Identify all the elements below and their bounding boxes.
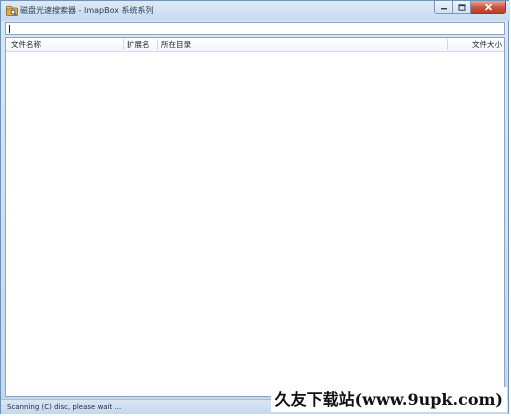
list-header: 文件名称 扩展名 所在目录 文件大小 <box>6 38 504 52</box>
minimize-icon <box>440 8 447 10</box>
app-icon <box>6 6 18 16</box>
watermark: 久友下载站(www.9upk.com) <box>270 387 507 412</box>
close-button[interactable] <box>471 1 506 14</box>
column-divider[interactable] <box>157 39 158 50</box>
column-header-directory[interactable]: 所在目录 <box>161 38 191 51</box>
column-header-extension[interactable]: 扩展名 <box>127 38 150 51</box>
list-body[interactable] <box>6 52 504 396</box>
text-caret <box>9 25 10 33</box>
search-input[interactable] <box>6 23 504 34</box>
close-icon <box>484 3 492 11</box>
column-divider[interactable] <box>447 39 448 50</box>
window-title: 磁盘光速搜索器 - ImapBox 系统系列 <box>20 6 154 15</box>
window-controls <box>434 1 506 15</box>
column-divider[interactable] <box>123 39 124 50</box>
minimize-button[interactable] <box>434 1 453 14</box>
file-list[interactable]: 文件名称 扩展名 所在目录 文件大小 <box>5 37 505 397</box>
column-header-filename[interactable]: 文件名称 <box>11 38 41 51</box>
status-text: Scanning (C) disc, please wait ... <box>7 403 122 411</box>
maximize-icon <box>458 3 465 11</box>
column-header-filesize[interactable]: 文件大小 <box>452 38 502 51</box>
maximize-button[interactable] <box>453 1 471 14</box>
title-bar[interactable]: 磁盘光速搜索器 - ImapBox 系统系列 <box>1 1 510 21</box>
app-window: 磁盘光速搜索器 - ImapBox 系统系列 文件名称 扩展名 所在目录 文件大… <box>0 0 510 414</box>
search-bar[interactable] <box>5 22 505 35</box>
